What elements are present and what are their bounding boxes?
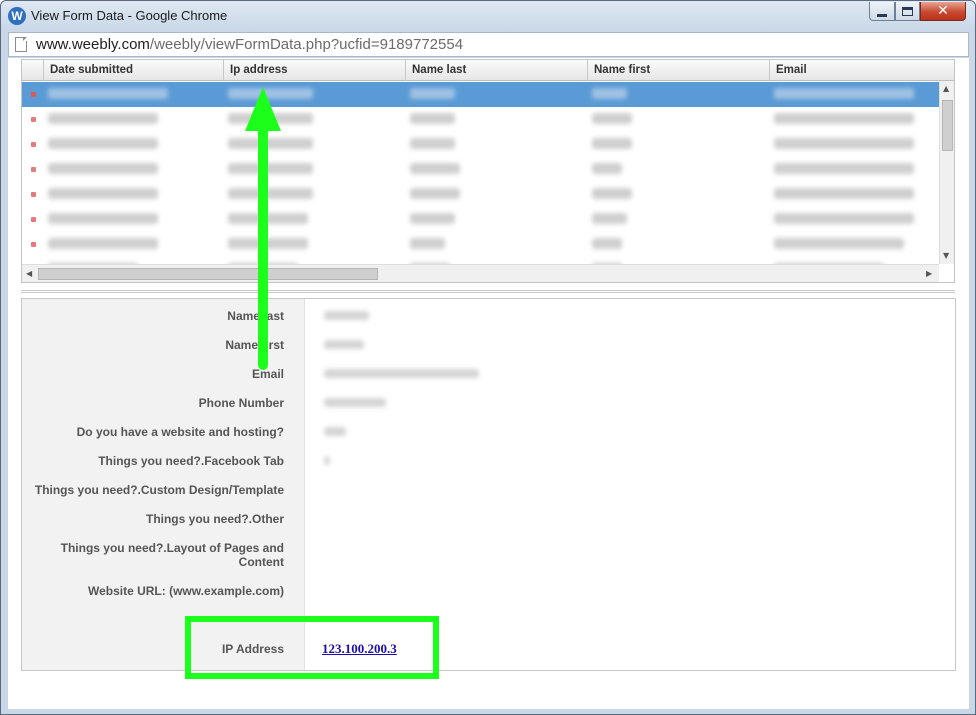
annotation-arrow: [245, 87, 281, 370]
browser-window: W View Form Data - Google Chrome ✕ www.w…: [0, 0, 976, 715]
arrow-head: [245, 87, 281, 131]
